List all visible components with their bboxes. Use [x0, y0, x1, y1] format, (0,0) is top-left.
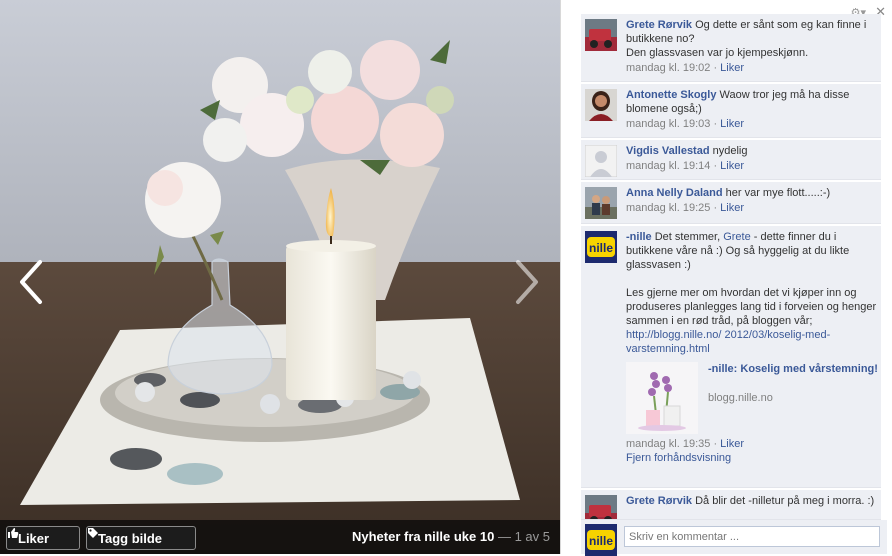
link-preview-title[interactable]: -nille: Koselig med vårstemning! — [708, 362, 878, 376]
comment-like-link[interactable]: Liker — [720, 160, 744, 172]
comment-text: her var mye flott.....:-) — [725, 187, 831, 199]
comment-item: Grete Rørvik Og dette er sånt som eg kan… — [581, 14, 881, 82]
avatar[interactable] — [585, 89, 617, 121]
comment-text: nydelig — [712, 145, 748, 157]
comment-input[interactable] — [624, 526, 880, 547]
link-preview[interactable]: -nille: Koselig med vårstemning! blogg.n… — [626, 362, 878, 436]
comment-author-link[interactable]: -nille — [626, 231, 652, 243]
comment-like-link[interactable]: Liker — [720, 118, 744, 130]
comments-sidebar: ⚙▾ ✕ Grete Rørvik Og dette er sånt som e… — [560, 0, 892, 556]
comment-item: Antonette Skogly Waow tror jeg må ha dis… — [581, 84, 881, 138]
avatar[interactable] — [585, 145, 617, 177]
mention-link[interactable]: Grete — [723, 231, 751, 243]
comment-author-link[interactable]: Anna Nelly Daland — [626, 187, 723, 199]
comment-like-link[interactable]: Liker — [720, 202, 744, 214]
comment-timestamp: mandag kl. 19:02 — [626, 62, 711, 74]
nille-logo-avatar[interactable]: nille — [585, 231, 617, 263]
comment-timestamp: mandag kl. 19:03 — [626, 118, 711, 130]
comment-item: Grete Rørvik Då blir det -nilletur på me… — [581, 490, 881, 520]
comment-text: Det stemmer, — [654, 231, 721, 243]
album-title-link[interactable]: Nyheter fra nille uke 10 — [352, 529, 494, 544]
comment-author-link[interactable]: Grete Rørvik — [626, 495, 692, 507]
photo-viewer: Liker Tagg bilde Nyheter fra nille uke 1… — [0, 0, 560, 554]
comment-timestamp: mandag kl. 19:14 — [626, 160, 711, 172]
comment-like-link[interactable]: Liker — [720, 62, 744, 74]
next-photo-button[interactable] — [510, 258, 544, 306]
comment-like-link[interactable]: Liker — [720, 438, 744, 450]
comment-timestamp: mandag kl. 19:35 — [626, 438, 711, 450]
comment-item: Anna Nelly Daland her var mye flott.....… — [581, 182, 881, 224]
tag-photo-button[interactable]: Tagg bilde — [86, 526, 196, 550]
photo-counter: 1 av 5 — [514, 529, 550, 544]
previous-photo-button[interactable] — [14, 258, 48, 306]
comment-timestamp: mandag kl. 19:25 — [626, 202, 711, 214]
blog-url-link[interactable]: http://blogg.nille.no/ 2012/03/koselig-m… — [626, 329, 830, 355]
link-preview-domain: blogg.nille.no — [708, 392, 773, 404]
avatar[interactable] — [585, 19, 617, 51]
svg-text:nille: nille — [589, 534, 613, 548]
svg-text:nille: nille — [589, 241, 613, 255]
comment-text-line2: Den glassvasen var jo kjempeskjønn. — [626, 47, 809, 59]
tag-button-label: Tagg bilde — [98, 530, 163, 546]
like-button-label: Liker — [18, 530, 50, 546]
album-info: Nyheter fra nille uke 10 — 1 av 5 — [352, 529, 550, 544]
comment-author-link[interactable]: Vigdis Vallestad — [626, 145, 710, 157]
comment-author-link[interactable]: Antonette Skogly — [626, 89, 716, 101]
comment-item: Vigdis Vallestad nydelig mandag kl. 19:1… — [581, 140, 881, 180]
chevron-right-icon — [516, 260, 538, 304]
avatar[interactable] — [585, 187, 617, 219]
chevron-left-icon — [20, 260, 42, 304]
comment-composer: nille — [581, 520, 887, 556]
avatar[interactable] — [585, 495, 617, 519]
comment-text-paragraph: Les gjerne mer om hvordan det vi kjøper … — [626, 287, 877, 327]
remove-preview-link[interactable]: Fjern forhåndsvisning — [626, 452, 731, 464]
photo-action-bar: Liker Tagg bilde Nyheter fra nille uke 1… — [0, 520, 560, 554]
separator: — — [497, 529, 511, 544]
photo-image — [0, 0, 560, 554]
comment-text: Då blir det -nilletur på meg i morra. :) — [695, 495, 875, 507]
comment-author-link[interactable]: Grete Rørvik — [626, 19, 692, 31]
like-button[interactable]: Liker — [6, 526, 80, 550]
comment-item: nille -nille Det stemmer, Grete - dette … — [581, 226, 881, 488]
current-user-avatar: nille — [585, 524, 617, 556]
link-preview-thumbnail[interactable] — [626, 362, 698, 434]
